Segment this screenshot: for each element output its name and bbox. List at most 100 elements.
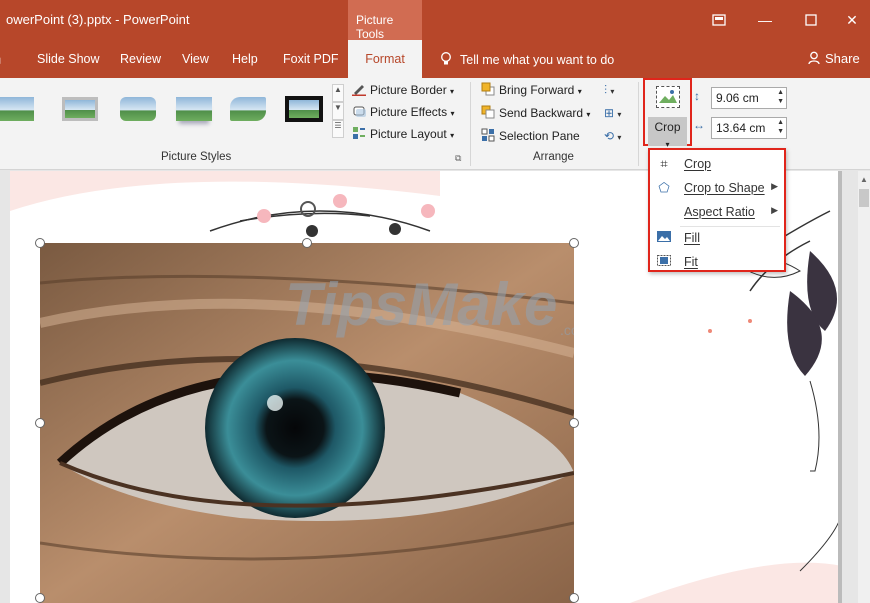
ribbon-separator [470,82,471,166]
powerpoint-window: owerPoint (3).pptx - PowerPoint Picture … [0,0,870,603]
person-icon [808,51,820,65]
tab-foxit-pdf[interactable]: Foxit PDF [283,52,339,66]
picture-layout-icon [353,127,365,139]
crop-label-area[interactable]: Crop ▾ [648,117,687,149]
picture-effects-label: Picture Effects [370,105,448,119]
tab-help[interactable]: Help [232,52,258,66]
menu-item-label: Aspect Ratio [684,205,755,219]
window-title: owerPoint (3).pptx - PowerPoint [6,12,190,27]
bring-forward-label: Bring Forward [499,83,575,97]
resize-handle-top-left[interactable] [35,238,45,248]
resize-handle-bottom-left[interactable] [35,593,45,603]
submenu-arrow-icon: ▶ [771,205,778,215]
menu-item-crop-to-shape[interactable]: ⬠ Crop to Shape ▶ [650,176,784,200]
shape-width-value: 13.64 cm [716,121,766,135]
picture-effects-button[interactable]: Picture Effects ▾ [352,102,455,122]
menu-item-label: Crop to Shape [684,181,765,195]
resize-handle-bottom-right[interactable] [569,593,579,603]
picture-layout-label: Picture Layout [370,127,447,141]
picture-style-thumb-5[interactable] [226,91,270,127]
width-spinner[interactable]: ▲ ▼ [777,118,784,136]
rotate-button[interactable]: ⟲ ▾ [604,126,621,146]
bring-forward-icon [481,82,495,96]
resize-handle-top-right[interactable] [569,238,579,248]
ribbon-display-options-icon[interactable] [696,0,742,40]
crop-icon: ⌗ [660,156,668,171]
scroll-up-icon[interactable]: ▲ [860,175,868,184]
tell-me-text: Tell me what you want to do [460,53,615,67]
group-objects-button[interactable]: ⊞ ▾ [604,103,621,123]
tab-slide-show[interactable]: Slide Show [37,52,100,66]
shape-width-field[interactable]: 13.64 cm ▲ ▼ [711,117,787,139]
menu-item-aspect-ratio[interactable]: Aspect Ratio ▶ [650,200,784,224]
picture-effects-icon [353,106,366,117]
vertical-scrollbar[interactable]: ▲ [858,171,870,603]
picture-style-thumb-6[interactable] [282,91,326,127]
menu-item-crop[interactable]: ⌗ Crop [650,152,784,176]
selection-pane-button[interactable]: Selection Pane [481,126,580,146]
send-backward-label: Send Backward [499,106,584,120]
minimize-button[interactable]: — [742,0,788,40]
menu-item-label: Fill [684,231,700,245]
menu-item-fit[interactable]: Fit [650,250,784,274]
title-bar: owerPoint (3).pptx - PowerPoint Picture … [0,0,870,41]
picture-border-icon [352,85,366,96]
submenu-arrow-icon: ▶ [771,181,778,191]
crop-to-shape-icon: ⬠ [658,180,670,195]
menu-item-label: Fit [684,255,698,269]
close-button[interactable]: ✕ [834,0,870,40]
dialog-launcher-icon[interactable]: ⧉ [455,153,461,164]
share-label: Share [825,51,860,66]
align-button[interactable]: ⫶ ▾ [604,80,614,100]
selection-pane-label: Selection Pane [499,129,580,143]
scrollbar-thumb[interactable] [859,189,869,207]
context-tab-label: Picture Tools [356,13,394,41]
picture-style-thumb-4[interactable] [172,91,216,127]
shape-width-icon: ↔ [693,118,705,132]
lightbulb-icon [441,52,451,65]
watermark-text: TipsMake [285,271,557,338]
height-spinner[interactable]: ▲ ▼ [777,88,784,106]
selection-pane-icon [481,128,495,142]
tell-me-box[interactable]: Tell me what you want to do [440,52,614,67]
send-backward-icon [481,105,495,119]
picture-style-thumb-1[interactable] [0,91,38,127]
tab-view[interactable]: View [182,52,209,66]
gallery-scroll-up[interactable]: ▲ [332,84,344,102]
tab-format[interactable]: Format [348,40,422,78]
fit-icon [656,254,672,270]
gallery-more-button[interactable]: ☰ [332,120,344,138]
send-backward-button[interactable]: Send Backward ▾ [481,103,590,123]
share-button[interactable]: Share [808,51,860,66]
picture-style-thumb-3[interactable] [116,91,160,127]
resize-handle-top[interactable] [302,238,312,248]
tab-review[interactable]: Review [120,52,161,66]
maximize-button[interactable] [788,0,834,40]
crop-dropdown-menu: ⌗ Crop ⬠ Crop to Shape ▶ Aspect Ratio ▶ … [648,148,786,272]
ribbon-separator [638,82,639,166]
shape-height-field[interactable]: 9.06 cm ▲ ▼ [711,87,787,109]
fill-icon [656,230,672,246]
bring-forward-button[interactable]: Bring Forward ▾ [481,80,582,100]
arrange-group-label: Arrange [533,151,574,163]
menu-item-fill[interactable]: Fill [650,226,784,250]
eye-image: TipsMake .com [40,243,574,603]
shape-height-icon: ↕ [694,89,700,103]
menu-item-label: Crop [684,157,712,171]
crop-label: Crop [654,120,681,134]
shape-height-value: 9.06 cm [716,91,759,105]
gallery-scroll-down[interactable]: ▼ [332,102,344,120]
crop-picture-icon [656,86,680,108]
picture-border-button[interactable]: Picture Border ▾ [352,80,454,100]
picture-styles-group-label: Picture Styles [161,151,232,163]
watermark-suffix: .com [560,322,574,338]
ribbon-tabs: ◂ Slide Show Review View Help Foxit PDF … [0,40,870,78]
picture-layout-button[interactable]: Picture Layout ▾ [352,124,454,144]
picture-border-label: Picture Border [370,83,447,97]
eye-photo[interactable]: TipsMake .com [40,243,574,603]
picture-style-thumb-2[interactable] [58,91,102,127]
context-tab-header: Picture Tools [348,0,422,41]
crop-button[interactable]: Crop ▾ [643,78,692,149]
resize-handle-left[interactable] [35,418,45,428]
resize-handle-right[interactable] [569,418,579,428]
